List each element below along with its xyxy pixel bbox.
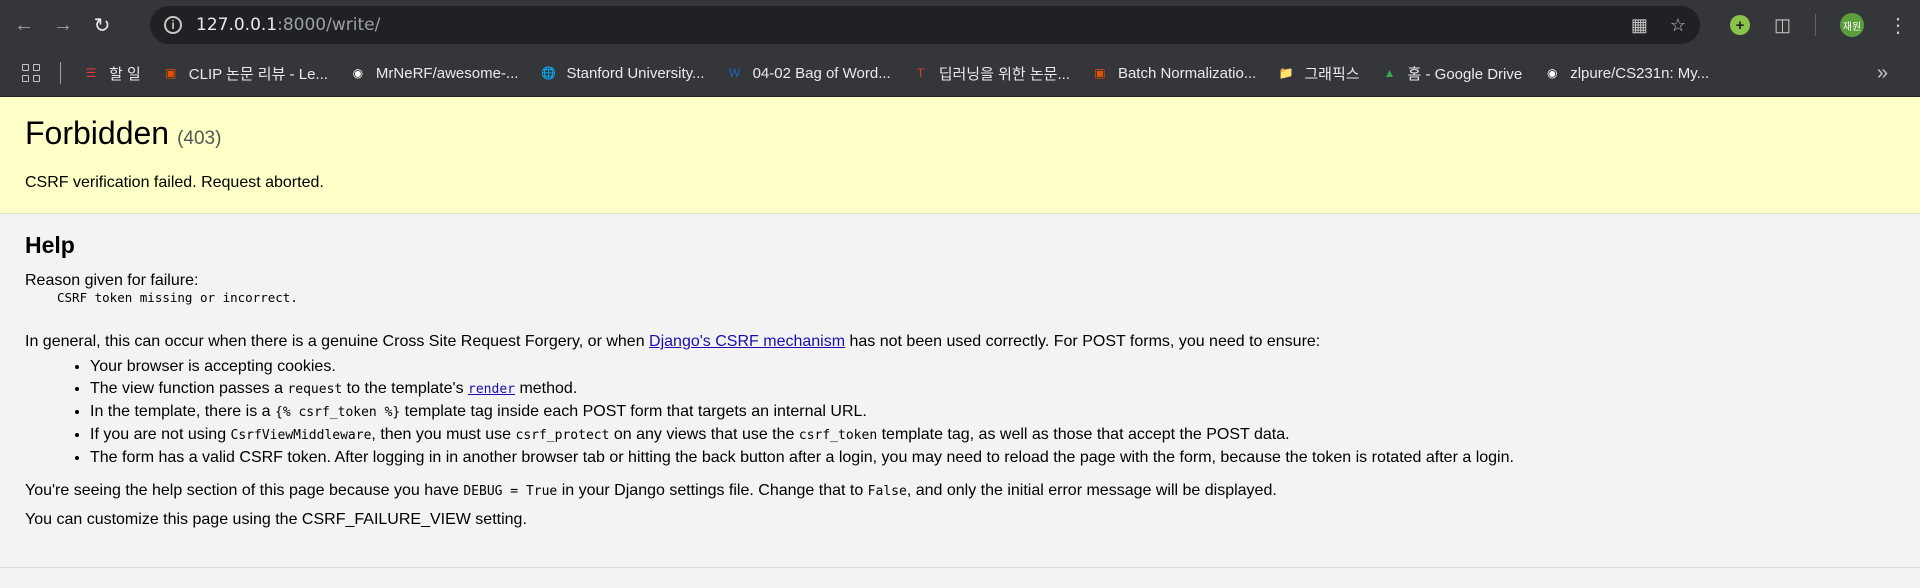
item-text: , then you must use	[371, 426, 516, 443]
back-button-icon[interactable]: ←	[9, 10, 39, 40]
inline-code: {% csrf_token %}	[275, 405, 401, 420]
bookmark-item[interactable]: ◉ MrNeRF/awesome-...	[350, 65, 519, 82]
list-item: The view function passes a request to th…	[90, 378, 1895, 401]
profile-avatar[interactable]: 재원	[1840, 13, 1864, 37]
bookmark-label: 딥러닝을 위한 논문...	[938, 65, 1070, 83]
item-text: to the template's	[342, 380, 469, 397]
url-text[interactable]: 127.0.0.1:8000/write/	[196, 15, 380, 35]
wikidocs-icon: W	[728, 66, 741, 80]
browser-toolbar: ← → ↻ i 127.0.0.1:8000/write/ ▦ ☆ + ◫ 재원…	[0, 0, 1920, 50]
reload-button-icon[interactable]: ↻	[87, 10, 117, 40]
bookmark-item[interactable]: T 딥러닝을 위한 논문...	[913, 63, 1070, 84]
error-summary: Forbidden (403) CSRF verification failed.…	[0, 97, 1920, 214]
debug-text: You're seeing the help section of this p…	[25, 482, 464, 499]
bookmark-item[interactable]: ◉ zlpure/CS231n: My...	[1544, 65, 1709, 82]
reason-text: CSRF token missing or incorrect.	[57, 290, 298, 305]
inline-code: request	[287, 382, 343, 397]
google-drive-icon: ▲	[1383, 66, 1396, 80]
debug-text: in your Django settings file. Change tha…	[557, 482, 868, 499]
inline-code: False	[867, 484, 907, 499]
checklist-icon: ☰	[85, 66, 97, 80]
bookmark-label: 그래픽스	[1304, 65, 1360, 83]
error-message: CSRF verification failed. Request aborte…	[25, 174, 324, 191]
inline-code: csrf_token	[798, 428, 878, 443]
bookmark-star-icon[interactable]: ☆	[1670, 15, 1686, 36]
bookmark-item[interactable]: ☰ 할 일	[83, 63, 141, 84]
item-text: template tag inside each POST form that …	[400, 403, 867, 420]
url-path: :8000/write/	[277, 15, 381, 35]
item-text: If you are not using	[90, 426, 231, 443]
list-item: If you are not using CsrfViewMiddleware,…	[90, 424, 1895, 447]
inline-code: csrf_protect	[515, 428, 610, 443]
item-cookies: Your browser is accepting cookies.	[90, 358, 336, 375]
bookmark-label: zlpure/CS231n: My...	[1570, 64, 1710, 82]
general-text-after: has not been used correctly. For POST fo…	[845, 333, 1321, 350]
bookmark-item[interactable]: ▲ 홈 - Google Drive	[1382, 63, 1523, 84]
blog-icon: ▣	[1094, 66, 1106, 80]
render-link[interactable]: render	[468, 380, 515, 397]
bookmark-label: Batch Normalizatio...	[1117, 64, 1257, 82]
url-host: 127.0.0.1	[196, 15, 278, 35]
bookmark-item[interactable]: 🌐 Stanford University...	[540, 64, 705, 82]
blog-icon: ▣	[165, 66, 177, 80]
help-heading: Help	[25, 232, 75, 258]
site-info-icon[interactable]: i	[164, 16, 182, 34]
list-item: The form has a valid CSRF token. After l…	[90, 447, 1895, 469]
address-bar[interactable]: i 127.0.0.1:8000/write/ ▦ ☆	[150, 6, 1700, 44]
inline-code: CsrfViewMiddleware	[230, 428, 372, 443]
list-item: In the template, there is a {% csrf_toke…	[90, 401, 1895, 424]
help-section: Help Reason given for failure: CSRF toke…	[0, 214, 1920, 568]
bookmarks-overflow-icon[interactable]: »	[1877, 62, 1888, 85]
item-text: method.	[515, 380, 578, 397]
django-csrf-link[interactable]: Django's CSRF mechanism	[649, 333, 845, 350]
github-icon: ◉	[352, 66, 364, 80]
forward-button-icon[interactable]: →	[48, 10, 78, 40]
extensions-puzzle-icon[interactable]: ◫	[1774, 15, 1791, 36]
list-item: Your browser is accepting cookies.	[90, 356, 1895, 378]
general-text-before: In general, this can occur when there is…	[25, 333, 650, 350]
page-title: Forbidden (403)	[25, 97, 1895, 152]
apps-grid-icon[interactable]	[22, 64, 40, 82]
item-text: The view function passes a	[90, 380, 288, 397]
title-text: Forbidden	[25, 115, 170, 151]
more-menu-icon[interactable]: ⋮	[1888, 13, 1908, 38]
item-text: on any views that use the	[609, 426, 799, 443]
debug-note: You're seeing the help section of this p…	[25, 482, 1895, 500]
bookmark-label: MrNeRF/awesome-...	[375, 64, 519, 82]
github-icon: ◉	[1546, 66, 1558, 80]
inline-code: DEBUG = True	[463, 484, 558, 499]
folder-icon: 📁	[1278, 66, 1294, 80]
debug-text: , and only the initial error message wil…	[906, 482, 1277, 499]
general-paragraph: In general, this can occur when there is…	[25, 333, 1895, 351]
customize-note: You can customize this page using the CS…	[25, 511, 527, 528]
item-text: template tag, as well as those that acce…	[877, 426, 1290, 443]
bookmarks-bar: ☰ 할 일 ▣ CLIP 논문 리뷰 - Le... ◉ MrNeRF/awesome-.…	[0, 50, 1920, 97]
status-code: (403)	[177, 128, 222, 149]
bookmark-item[interactable]: W 04-02 Bag of Word...	[727, 65, 891, 82]
bookmark-label: 홈 - Google Drive	[1407, 65, 1523, 83]
reason-label: Reason given for failure:	[25, 272, 199, 289]
item-text: In the template, there is a	[90, 403, 275, 420]
bookmark-item[interactable]: ▣ CLIP 논문 리뷰 - Le...	[163, 63, 328, 84]
bookmark-label: Stanford University...	[566, 64, 705, 82]
item-text: The form has a valid CSRF token. After l…	[90, 449, 1514, 466]
translate-icon[interactable]: ▦	[1631, 15, 1648, 36]
extension-icon[interactable]: +	[1729, 15, 1750, 35]
bookmark-label: 할 일	[109, 65, 141, 83]
globe-icon: 🌐	[540, 66, 556, 80]
bookmark-label: 04-02 Bag of Word...	[752, 64, 891, 82]
requirements-list: Your browser is accepting cookies. The v…	[25, 356, 1895, 469]
bookmark-item[interactable]: ▣ Batch Normalizatio...	[1092, 65, 1256, 82]
toolbar-separator	[1815, 14, 1816, 36]
bookmark-item[interactable]: 📁 그래픽스	[1278, 63, 1360, 84]
tistory-icon: T	[917, 66, 925, 80]
bookmark-label: CLIP 논문 리뷰 - Le...	[188, 65, 328, 83]
